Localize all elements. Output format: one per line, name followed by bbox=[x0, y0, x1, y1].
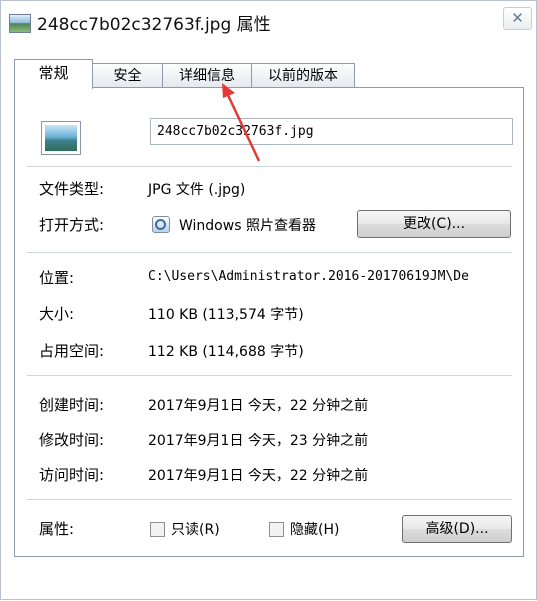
properties-window: 248cc7b02c32763f.jpg 属性 ✕ 常规 安全 详细信息 以前的… bbox=[0, 0, 537, 600]
annotation-arrow bbox=[222, 83, 261, 162]
tab-general[interactable]: 常规 bbox=[14, 59, 93, 89]
